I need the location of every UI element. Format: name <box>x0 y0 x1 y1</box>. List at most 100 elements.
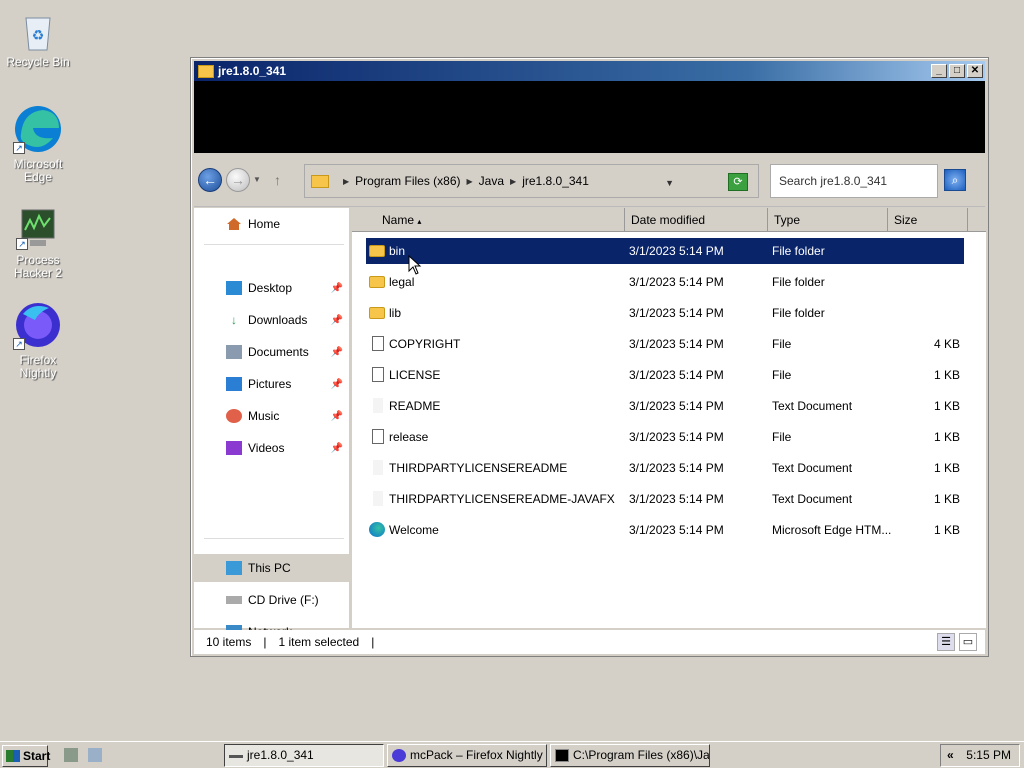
large-icons-view-button[interactable]: ▭ <box>959 633 977 651</box>
file-name: LICENSE <box>389 368 441 382</box>
file-type: File <box>772 368 792 382</box>
firefox-nightly-icon: ↗ <box>13 300 63 350</box>
desktop-icon-firefox-nightly[interactable]: ↗ Firefox Nightly <box>0 300 76 380</box>
file-size: 1 KB <box>933 523 960 537</box>
nav-item-pictures[interactable]: Pictures 📌 <box>194 370 349 398</box>
console-icon <box>555 749 569 762</box>
pin-icon[interactable]: 📌 <box>331 315 343 326</box>
task-explorer[interactable]: jre1.8.0_341 <box>224 744 384 767</box>
file-row[interactable]: bin 3/1/2023 5:14 PM File folder <box>366 238 964 264</box>
recent-locations-dropdown-icon[interactable]: ▼ <box>253 175 261 184</box>
pin-icon[interactable]: 📌 <box>331 283 343 294</box>
file-date-modified: 3/1/2023 5:14 PM <box>629 368 724 382</box>
file-row[interactable]: COPYRIGHT 3/1/2023 5:14 PM File 4 KB <box>366 331 964 357</box>
file-date-modified: 3/1/2023 5:14 PM <box>629 337 724 351</box>
column-type[interactable]: Type <box>768 208 888 232</box>
column-header-row: Name ▴ Date modified Type Size <box>352 208 986 232</box>
file-type: Text Document <box>772 492 853 506</box>
status-bar: 10 items | 1 item selected | ☰ ▭ <box>194 630 985 654</box>
breadcrumb-jre[interactable]: jre1.8.0_341 <box>522 174 589 188</box>
file-name: THIRDPARTYLICENSEREADME-JAVAFX <box>389 492 615 506</box>
file-row[interactable]: Welcome 3/1/2023 5:14 PM Microsoft Edge HT… <box>366 517 964 543</box>
nav-item-videos[interactable]: Videos 📌 <box>194 434 349 462</box>
file-size: 1 KB <box>933 399 960 413</box>
file-date-modified: 3/1/2023 5:14 PM <box>629 275 724 289</box>
videos-icon <box>226 441 242 455</box>
file-date-modified: 3/1/2023 5:14 PM <box>629 492 724 506</box>
file-row[interactable]: legal 3/1/2023 5:14 PM File folder <box>366 269 964 295</box>
desktop-icon-process-hacker[interactable]: ↗ Process Hacker 2 <box>0 208 76 280</box>
shortcut-arrow-icon: ↗ <box>13 142 25 154</box>
file-size: 1 KB <box>933 492 960 506</box>
file-row[interactable]: README 3/1/2023 5:14 PM Text Document 1 KB <box>366 393 964 419</box>
task-firefox[interactable]: mcPack – Firefox Nightly <box>387 744 547 767</box>
forward-button[interactable]: → <box>226 168 250 192</box>
breadcrumb-program-files[interactable]: Program Files (x86) <box>355 174 460 188</box>
pictures-icon <box>226 377 242 391</box>
nav-item-home[interactable]: Home <box>194 210 349 238</box>
details-view-button[interactable]: ☰ <box>937 633 955 651</box>
nav-item-cd-drive[interactable]: CD Drive (F:) <box>194 586 349 614</box>
edge-html-icon <box>369 522 385 537</box>
chevron-icon[interactable]: ▶ <box>343 177 349 186</box>
chevron-icon[interactable]: ▶ <box>510 177 516 186</box>
file-row[interactable]: lib 3/1/2023 5:14 PM File folder <box>366 300 964 326</box>
pin-icon[interactable]: 📌 <box>331 411 343 422</box>
up-arrow-icon[interactable]: ↑ <box>274 172 281 188</box>
file-list: Name ▴ Date modified Type Size bin 3/1/20… <box>352 208 986 628</box>
file-type: Text Document <box>772 461 853 475</box>
explorer-quicklaunch-icon[interactable] <box>88 748 102 762</box>
file-date-modified: 3/1/2023 5:14 PM <box>629 306 724 320</box>
refresh-icon[interactable]: ⟳ <box>728 173 748 191</box>
nav-item-documents[interactable]: Documents 📌 <box>194 338 349 366</box>
file-size: 1 KB <box>933 368 960 382</box>
desktop-icon-microsoft-edge[interactable]: ↗ Microsoft Edge <box>0 104 76 184</box>
file-name: bin <box>389 244 406 258</box>
file-name: release <box>389 430 429 444</box>
column-date-modified[interactable]: Date modified <box>625 208 768 232</box>
title-bar[interactable]: jre1.8.0_341 _ □ ✕ <box>194 61 985 81</box>
pin-icon[interactable]: 📌 <box>331 347 343 358</box>
column-size[interactable]: Size <box>888 208 968 232</box>
file-icon <box>372 429 384 444</box>
show-desktop-icon[interactable] <box>64 748 78 762</box>
search-icon[interactable]: ⌕ <box>944 169 966 191</box>
pin-icon[interactable]: 📌 <box>331 443 343 454</box>
process-hacker-icon: ↗ <box>16 208 60 250</box>
maximize-button[interactable]: □ <box>949 64 965 78</box>
nav-item-music[interactable]: Music 📌 <box>194 402 349 430</box>
column-name[interactable]: Name ▴ <box>376 208 625 232</box>
file-row[interactable]: release 3/1/2023 5:14 PM File 1 KB <box>366 424 964 450</box>
clock[interactable]: 5:15 PM <box>966 745 1011 766</box>
nav-item-desktop[interactable]: Desktop 📌 <box>194 274 349 302</box>
file-name: THIRDPARTYLICENSEREADME <box>389 461 568 475</box>
file-row[interactable]: THIRDPARTYLICENSEREADME 3/1/2023 5:14 PM T… <box>366 455 964 481</box>
chevron-icon[interactable]: ▶ <box>467 177 473 186</box>
start-button[interactable]: Start <box>2 745 50 767</box>
file-date-modified: 3/1/2023 5:14 PM <box>629 244 724 258</box>
documents-icon <box>226 345 242 359</box>
folder-icon <box>311 174 329 188</box>
address-dropdown-icon[interactable]: ▼ <box>665 178 674 188</box>
tray-expand-icon[interactable]: « <box>947 745 954 766</box>
explorer-window: jre1.8.0_341 _ □ ✕ ← → ▼ ↑ ▶ Program Fil… <box>190 57 989 657</box>
navigation-pane: Home Desktop 📌 ↓ Downloads 📌 Documents 📌… <box>194 208 352 639</box>
file-row[interactable]: LICENSE 3/1/2023 5:14 PM File 1 KB <box>366 362 964 388</box>
nav-item-downloads[interactable]: ↓ Downloads 📌 <box>194 306 349 334</box>
close-button[interactable]: ✕ <box>967 64 983 78</box>
shortcut-arrow-icon: ↗ <box>13 338 25 350</box>
file-date-modified: 3/1/2023 5:14 PM <box>629 461 724 475</box>
address-bar[interactable]: ▶ Program Files (x86) ▶ Java ▶ jre1.8.0_… <box>304 164 759 198</box>
folder-icon <box>369 245 385 257</box>
breadcrumb-java[interactable]: Java <box>479 174 504 188</box>
nav-item-this-pc[interactable]: This PC <box>194 554 349 582</box>
desktop-icon-recycle-bin[interactable]: ♻ Recycle Bin <box>0 12 76 69</box>
search-input[interactable]: Search jre1.8.0_341 <box>770 164 938 198</box>
minimize-button[interactable]: _ <box>931 64 947 78</box>
file-name: README <box>389 399 441 413</box>
pin-icon[interactable]: 📌 <box>331 379 343 390</box>
back-button[interactable]: ← <box>198 168 222 192</box>
file-row[interactable]: THIRDPARTYLICENSEREADME-JAVAFX 3/1/2023 5… <box>366 486 964 512</box>
task-console[interactable]: C:\Program Files (x86)\Ja... <box>550 744 710 767</box>
file-size: 1 KB <box>933 430 960 444</box>
